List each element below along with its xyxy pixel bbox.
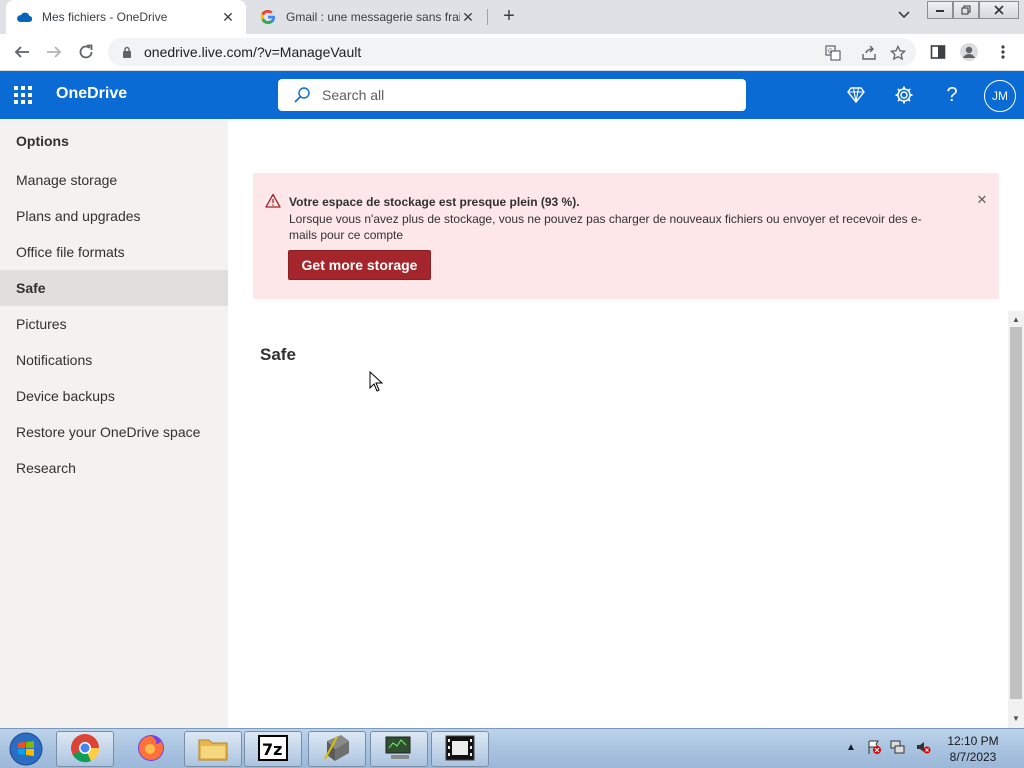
sidebar-title: Options	[16, 133, 69, 149]
share-icon[interactable]	[859, 43, 879, 63]
taskbar-monitor-app[interactable]	[370, 731, 428, 767]
get-more-storage-button[interactable]: Get more storage	[288, 250, 431, 280]
tab-divider	[487, 9, 488, 25]
sidebar-item-label: Notifications	[16, 352, 93, 368]
banner-message: Lorsque vous n'avez plus de stockage, vo…	[289, 212, 922, 242]
address-bar[interactable]: onedrive.live.com/?v=ManageVault	[108, 38, 916, 66]
sidebar-item-office-file-formats[interactable]: Office file formats	[0, 234, 228, 270]
taskbar-film-app[interactable]	[431, 731, 489, 767]
tab-title: Mes fichiers - OneDrive	[42, 10, 168, 24]
settings-gear-icon[interactable]	[892, 83, 916, 107]
monitor-app-icon	[383, 734, 415, 765]
main-content: Votre espace de stockage est presque ple…	[228, 119, 1024, 728]
sidebar-item-restore-onedrive[interactable]: Restore your OneDrive space	[0, 414, 228, 450]
close-window-button[interactable]	[979, 1, 1019, 19]
search-input[interactable]	[322, 87, 702, 103]
browser-tab-gmail[interactable]: Gmail : une messagerie sans frais ✕	[250, 0, 486, 34]
sidebar-item-label: Safe	[16, 280, 46, 296]
sidebar-item-manage-storage[interactable]: Manage storage	[0, 162, 228, 198]
tab-title: Gmail : une messagerie sans frais	[286, 10, 460, 24]
profile-icon[interactable]	[958, 41, 980, 63]
sidebar-item-label: Plans and upgrades	[16, 208, 141, 224]
side-panel-icon[interactable]	[927, 41, 949, 63]
app-icon	[321, 733, 353, 766]
avatar[interactable]: JM	[984, 80, 1016, 112]
scrollbar-thumb[interactable]	[1010, 327, 1022, 699]
lock-icon[interactable]	[120, 45, 134, 59]
sidebar-item-safe[interactable]: Safe	[0, 270, 228, 306]
taskbar-app[interactable]	[308, 731, 366, 767]
sidebar-item-notifications[interactable]: Notifications	[0, 342, 228, 378]
storage-warning-banner: Votre espace de stockage est presque ple…	[253, 173, 999, 299]
svg-text:G: G	[828, 48, 833, 55]
sidebar-item-pictures[interactable]: Pictures	[0, 306, 228, 342]
clock-date: 8/7/2023	[949, 750, 997, 764]
film-app-icon	[445, 735, 475, 764]
warning-triangle-icon	[265, 193, 281, 209]
taskbar-7zip[interactable]: 7z	[244, 731, 302, 767]
url-text: onedrive.live.com/?v=ManageVault	[144, 44, 362, 60]
new-tab-button[interactable]: +	[498, 6, 520, 28]
sidebar-item-label: Office file formats	[16, 244, 125, 260]
close-tab-icon[interactable]: ✕	[220, 9, 236, 25]
browser-tab-strip: Mes fichiers - OneDrive ✕ Gmail : une me…	[0, 0, 1024, 34]
mouse-pointer-icon	[369, 370, 384, 393]
restore-window-button[interactable]	[953, 1, 979, 19]
system-clock[interactable]: 12:10 PM 8/7/2023	[940, 733, 1006, 765]
browser-toolbar: onedrive.live.com/?v=ManageVault G	[0, 34, 1024, 71]
options-sidebar: Options Manage storage Plans and upgrade…	[0, 119, 228, 728]
close-icon[interactable]: ✕	[975, 193, 989, 207]
firefox-icon	[136, 733, 166, 766]
taskbar-file-explorer[interactable]	[184, 731, 242, 767]
close-tab-icon[interactable]: ✕	[460, 9, 476, 25]
chrome-icon	[70, 733, 100, 766]
action-center-flag-icon[interactable]	[866, 739, 882, 755]
taskbar-chrome[interactable]	[56, 731, 114, 767]
browser-tab-onedrive[interactable]: Mes fichiers - OneDrive ✕	[6, 0, 246, 34]
sidebar-item-label: Pictures	[16, 316, 67, 332]
onedrive-header: OneDrive ? JM	[0, 71, 1024, 119]
volume-muted-icon[interactable]	[915, 739, 931, 755]
sidebar-item-label: Research	[16, 460, 76, 476]
svg-text:7z: 7z	[262, 740, 282, 759]
sidebar-item-label: Manage storage	[16, 172, 118, 188]
onedrive-cloud-icon	[16, 9, 32, 25]
scroll-up-arrow-icon[interactable]: ▲	[1008, 313, 1024, 327]
sidebar-item-device-backups[interactable]: Device backups	[0, 378, 228, 414]
google-g-icon	[260, 9, 276, 25]
brand-name[interactable]: OneDrive	[56, 85, 127, 103]
reload-icon[interactable]	[74, 40, 98, 64]
page-scrollbar[interactable]: ▲ ▼	[1008, 311, 1024, 728]
scroll-down-arrow-icon[interactable]: ▼	[1008, 712, 1024, 726]
windows-taskbar: 7z ▲ 12:10 PM 8/7/2023	[0, 728, 1024, 768]
translate-icon[interactable]: G	[823, 43, 843, 63]
search-icon	[292, 85, 312, 105]
taskbar-firefox[interactable]	[122, 731, 180, 767]
help-question-icon[interactable]: ?	[940, 83, 964, 107]
show-hidden-icons-chevron-icon[interactable]: ▲	[843, 739, 859, 755]
back-arrow-icon[interactable]	[10, 40, 34, 64]
premium-diamond-icon[interactable]	[844, 83, 868, 107]
forward-arrow-icon[interactable]	[42, 40, 66, 64]
sidebar-item-plans-and-upgrades[interactable]: Plans and upgrades	[0, 198, 228, 234]
page-title: Safe	[260, 345, 296, 364]
7zip-icon: 7z	[258, 734, 288, 764]
browser-menu-icon[interactable]	[992, 41, 1014, 63]
sidebar-item-label: Device backups	[16, 388, 115, 404]
app-launcher-icon[interactable]	[12, 84, 34, 106]
banner-title: Votre espace de stockage est presque ple…	[289, 195, 580, 209]
search-box[interactable]	[278, 79, 746, 111]
sidebar-item-research[interactable]: Research	[0, 450, 228, 486]
minimize-window-button[interactable]	[927, 1, 953, 19]
clock-time: 12:10 PM	[947, 734, 999, 748]
bookmark-star-icon[interactable]	[888, 43, 908, 63]
sidebar-item-label: Restore your OneDrive space	[16, 424, 201, 440]
network-icon[interactable]	[890, 739, 906, 755]
start-button[interactable]	[6, 731, 46, 767]
tab-search-chevron-icon[interactable]	[894, 8, 914, 26]
file-explorer-icon	[197, 734, 229, 765]
